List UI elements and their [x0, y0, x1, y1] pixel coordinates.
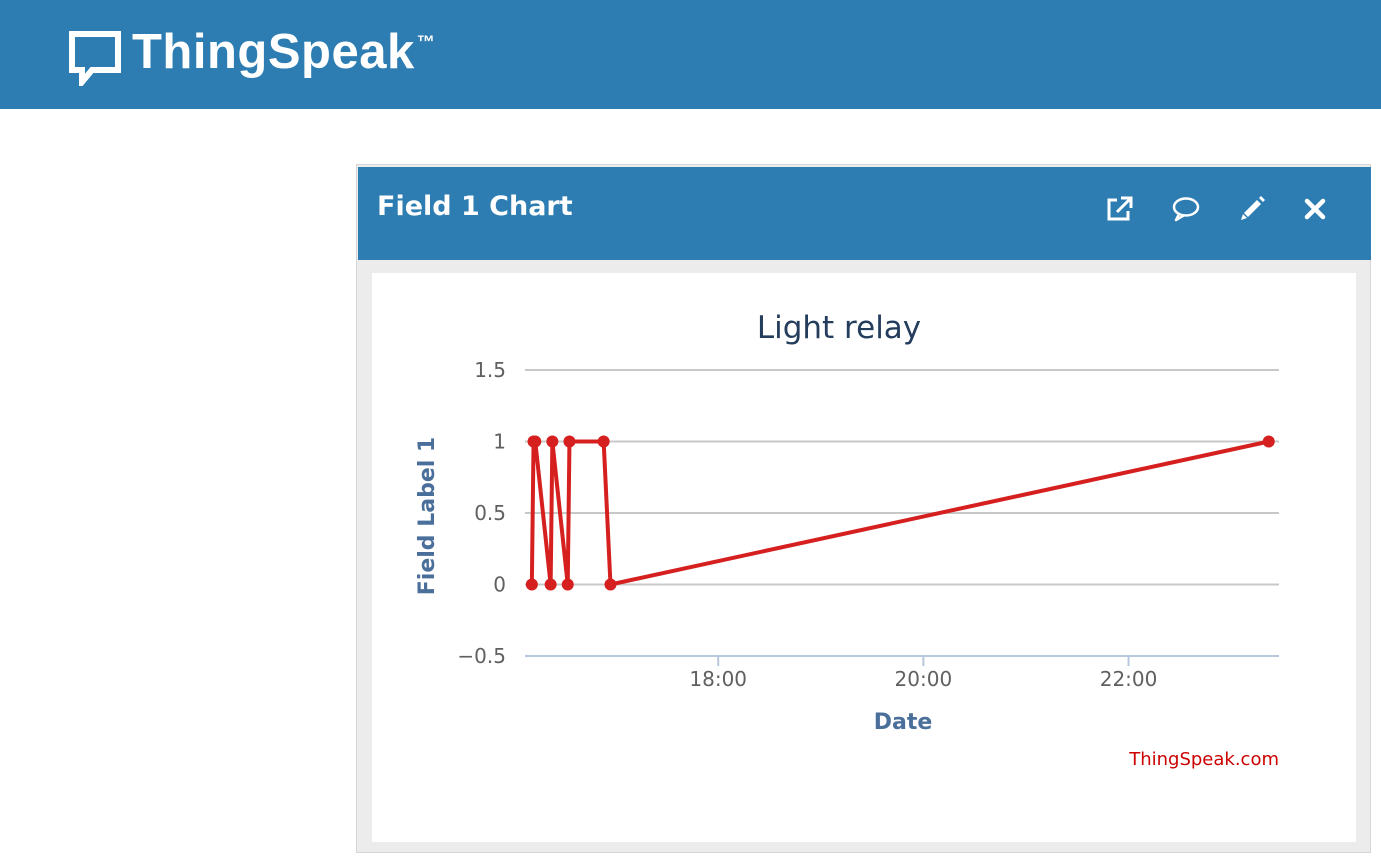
line-chart: −0.500.511.518:00 20:00 22:00 Light relay …	[415, 310, 1279, 770]
x-tick-label: 18:00	[689, 667, 747, 691]
data-point	[525, 578, 538, 591]
x-tick-label: 20:00	[895, 667, 953, 691]
data-point	[561, 578, 574, 591]
data-point	[546, 435, 559, 448]
top-navbar: ThingSpeak ™	[0, 0, 1381, 109]
y-tick-label: 0	[493, 573, 506, 597]
data-point	[1262, 435, 1275, 448]
comment-icon	[1172, 197, 1200, 222]
data-point	[597, 435, 610, 448]
y-tick-label: −0.5	[457, 644, 506, 668]
close-button[interactable]	[1299, 193, 1331, 225]
y-tick-label: 1	[493, 430, 506, 454]
y-tick-label: 1.5	[474, 358, 506, 382]
speech-bubble-logo-icon	[69, 31, 121, 86]
brand-logo-link[interactable]: ThingSpeak ™	[68, 24, 435, 86]
data-point	[604, 578, 617, 591]
data-point	[544, 578, 557, 591]
popout-icon	[1107, 196, 1133, 221]
y-axis-label: Field Label 1	[415, 437, 440, 595]
edit-button[interactable]	[1236, 193, 1268, 225]
y-tick-label: 0.5	[474, 501, 506, 525]
data-point	[563, 435, 576, 448]
panel-header: Field 1 Chart	[358, 167, 1371, 260]
field-chart-panel: Field 1 Chart −0.5 0 0.5 1 1.5 18:00 20:…	[356, 164, 1371, 853]
x-axis-label: Date	[874, 710, 933, 735]
chart-area: −0.5 0 0.5 1 1.5 18:00 20:00 22:00 Light relay …	[372, 273, 1356, 842]
x-tick-label: 22:00	[1100, 667, 1158, 691]
popout-button[interactable]	[1103, 193, 1135, 225]
close-icon	[1304, 198, 1326, 220]
brand-trademark: ™	[416, 32, 435, 52]
comment-button[interactable]	[1170, 193, 1202, 225]
chart-title: Light relay	[757, 310, 921, 346]
brand-name: ThingSpeak	[132, 25, 415, 79]
data-point	[529, 435, 542, 448]
pencil-icon	[1241, 196, 1265, 220]
chart-credit-link[interactable]: ThingSpeak.com	[1128, 749, 1279, 770]
panel-title: Field 1 Chart	[377, 191, 573, 222]
